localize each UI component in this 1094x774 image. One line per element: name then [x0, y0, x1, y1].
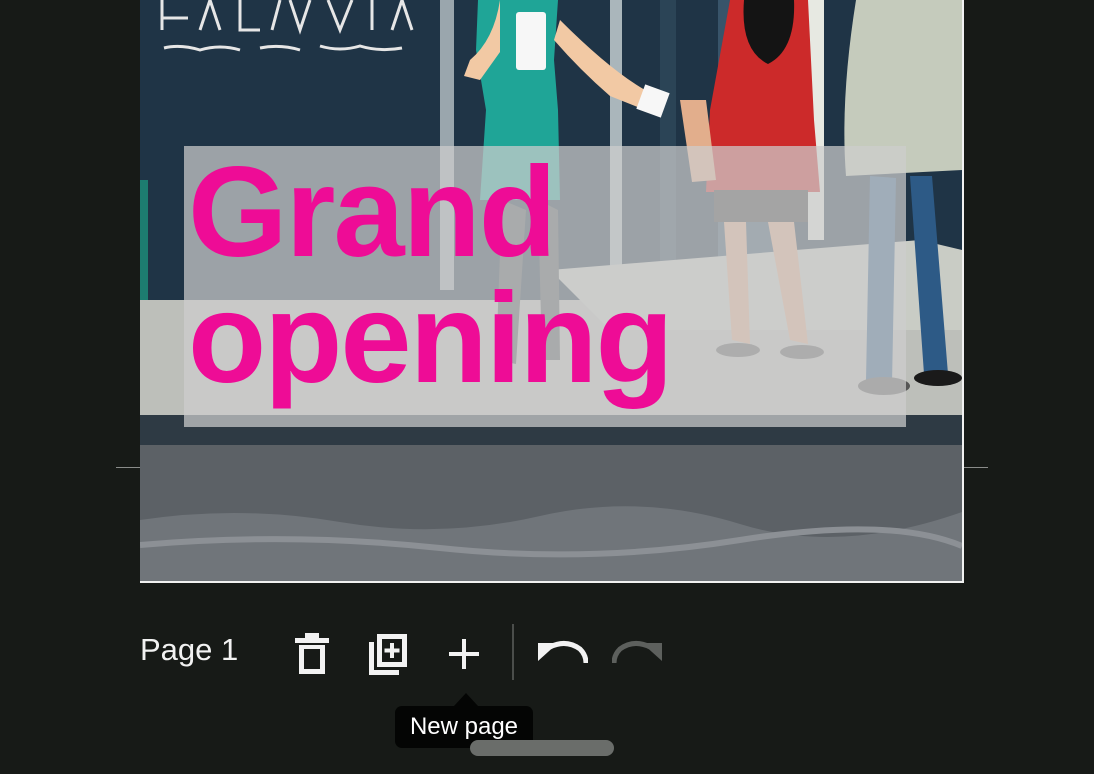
design-canvas[interactable]: Grand opening [140, 0, 964, 583]
duplicate-page-button[interactable] [360, 626, 416, 682]
redo-icon [612, 641, 662, 664]
headline-line-2: opening [188, 267, 674, 410]
page-label: Page 1 [140, 632, 239, 667]
headline-line-1: Grand [188, 141, 557, 284]
redo-button[interactable] [610, 626, 666, 682]
tooltip-arrow [454, 693, 478, 706]
horizontal-scrollbar-thumb[interactable] [470, 740, 614, 756]
new-page-button[interactable] [436, 626, 492, 682]
plus-icon [449, 639, 479, 669]
headline-text[interactable]: Grand opening [188, 141, 674, 410]
delete-page-button[interactable] [284, 626, 340, 682]
duplicate-page-icon [369, 634, 407, 675]
toolbar-divider [512, 624, 514, 680]
page-toolbar: Page 1 [0, 616, 1094, 690]
trash-icon [295, 633, 329, 674]
undo-icon [538, 641, 588, 664]
undo-button[interactable] [534, 626, 590, 682]
